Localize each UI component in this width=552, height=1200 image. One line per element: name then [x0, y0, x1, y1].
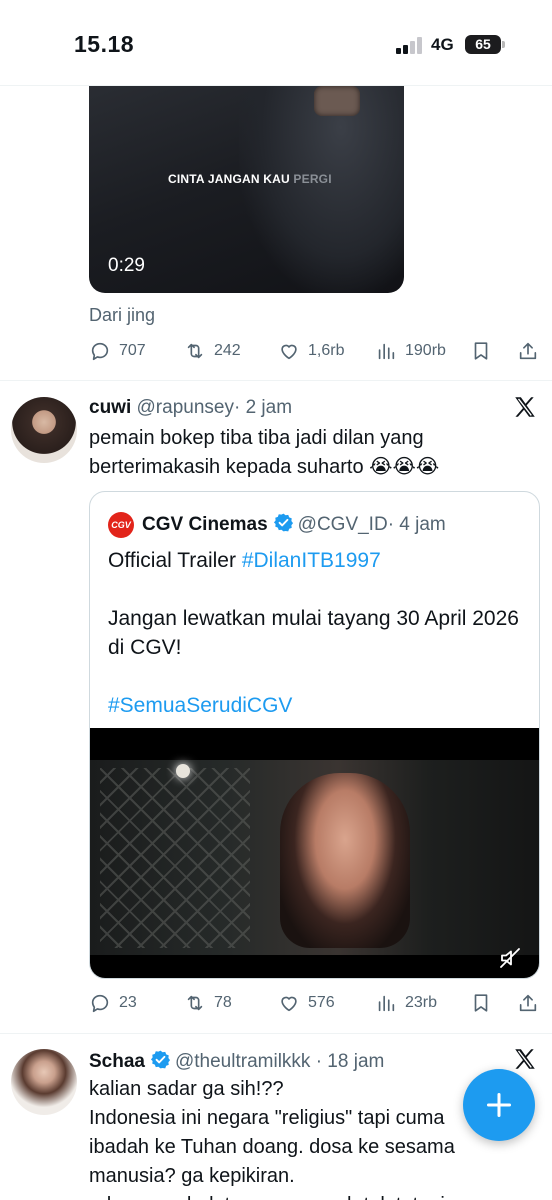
- bookmark-button[interactable]: [470, 336, 492, 366]
- share-icon: [519, 342, 537, 360]
- quoted-author-name: CGV Cinemas: [142, 514, 268, 535]
- tweet-text-line: ibadah ke Tuhan doang. dosa ke sesama: [89, 1136, 455, 1158]
- bookmark-button[interactable]: [470, 988, 492, 1018]
- retweet-icon: [187, 995, 203, 1011]
- avatar[interactable]: [11, 397, 77, 463]
- tweet-video[interactable]: CINTA JANGAN KAU PERGI 0:29: [89, 86, 404, 293]
- verified-icon: [273, 513, 293, 532]
- tweet-time: · 2 jam: [233, 397, 293, 418]
- tweet-divider: [0, 380, 552, 381]
- reply-count: 707: [119, 342, 146, 359]
- video-frame-watch: [314, 86, 360, 116]
- cgv-logo: CGV: [108, 512, 134, 538]
- author-handle[interactable]: @theultramilkkk: [175, 1051, 310, 1072]
- battery-icon: 65: [465, 35, 501, 54]
- views-button[interactable]: 23rb: [375, 988, 437, 1018]
- views-count: 23rb: [405, 994, 438, 1011]
- tweet-text: pemain bokep tiba tiba jadi dilan yang b…: [89, 424, 439, 482]
- mute-icon[interactable]: [498, 946, 522, 970]
- reply-icon: [91, 342, 109, 361]
- status-time: 15.18: [74, 31, 135, 57]
- compose-plus-icon: [486, 1092, 512, 1118]
- quoted-tweet[interactable]: CGV CGV Cinemas @CGV_ID· 4 jam Official T…: [89, 491, 540, 979]
- tweet-time: · 18 jam: [315, 1051, 385, 1072]
- tweet-divider: [0, 1033, 552, 1034]
- like-button[interactable]: 1,6rb: [278, 336, 344, 366]
- quoted-video[interactable]: [90, 728, 539, 978]
- bookmark-icon: [474, 342, 488, 360]
- video-frame-light: [176, 764, 190, 778]
- views-icon: [378, 995, 395, 1012]
- tweet-text-line: berterimakasih kepada suharto 😭😭😭: [89, 456, 440, 478]
- tweet-text-line: manusia? ga kepikiran.: [89, 1165, 295, 1187]
- like-count: 576: [308, 994, 335, 1011]
- tweet-text-line: ada yang sholatnya ga pernah telat, tapi: [89, 1191, 455, 1200]
- x-logo-icon[interactable]: [512, 1046, 538, 1072]
- video-frame-figure: [239, 86, 404, 293]
- video-frame-person: [280, 773, 410, 948]
- like-icon: [281, 344, 297, 360]
- tweet-text-line: pemain bokep tiba tiba jadi dilan yang: [89, 427, 424, 449]
- status-bar: 15.18 4G 65: [0, 0, 552, 86]
- tweet-header: Schaa @theultramilkkk · 18 jam: [89, 1049, 384, 1073]
- retweet-button[interactable]: 78: [184, 988, 232, 1018]
- verified-icon: [150, 1050, 171, 1069]
- quoted-text: Official Trailer: [108, 549, 242, 572]
- compose-button[interactable]: [463, 1069, 535, 1141]
- tweet-text-line: kalian sadar ga sih!??: [89, 1078, 284, 1100]
- share-button[interactable]: [517, 988, 539, 1018]
- avatar[interactable]: [11, 1049, 77, 1115]
- cellular-signal-icon: [396, 37, 422, 54]
- video-caption-bright: CINTA JANGAN KAU: [168, 172, 294, 186]
- tweet-text-line: Indonesia ini negara "religius" tapi cum…: [89, 1107, 445, 1129]
- views-icon: [378, 343, 395, 360]
- from-attribution: Dari jing: [89, 305, 156, 325]
- author-handle[interactable]: @rapunsey: [137, 397, 234, 418]
- video-frame-lattice: [100, 768, 250, 948]
- like-icon: [281, 996, 297, 1012]
- video-duration: 0:29: [108, 255, 145, 276]
- battery-tip: [502, 41, 505, 48]
- network-type: 4G: [431, 35, 454, 54]
- tweet-header: cuwi @rapunsey· 2 jam: [89, 397, 292, 419]
- quoted-author-handle: @CGV_ID: [297, 514, 388, 535]
- reply-icon: [91, 994, 109, 1013]
- quoted-tweet-time: · 4 jam: [387, 514, 446, 535]
- tweet-text: kalian sadar ga sih!?? Indonesia ini neg…: [89, 1075, 455, 1200]
- views-button[interactable]: 190rb: [375, 336, 446, 366]
- share-icon: [519, 994, 537, 1012]
- author-name[interactable]: cuwi: [89, 397, 131, 418]
- retweet-button[interactable]: 242: [184, 336, 241, 366]
- reply-button[interactable]: 23: [89, 988, 137, 1018]
- bookmark-icon: [474, 994, 488, 1012]
- video-caption-faded: PERGI: [293, 172, 332, 186]
- x-logo-icon[interactable]: [512, 394, 538, 420]
- hashtag-link[interactable]: #DilanITB1997: [242, 549, 381, 572]
- share-button[interactable]: [517, 336, 539, 366]
- retweet-icon: [187, 343, 203, 359]
- quoted-paragraph: Jangan lewatkan mulai tayang 30 April 20…: [108, 607, 519, 659]
- author-name[interactable]: Schaa: [89, 1051, 145, 1072]
- quoted-tweet-header: CGV Cinemas @CGV_ID· 4 jam: [142, 512, 446, 536]
- quoted-line: Official Trailer #DilanITB1997: [108, 546, 528, 575]
- like-button[interactable]: 576: [278, 988, 335, 1018]
- tweet-actions: 707 242 1,6rb 190rb: [89, 336, 549, 366]
- reply-count: 23: [119, 994, 137, 1011]
- tweet-actions: 23 78 576 23rb: [89, 988, 549, 1018]
- reply-button[interactable]: 707: [89, 336, 146, 366]
- quoted-tweet-body: Official Trailer #DilanITB1997 Jangan le…: [108, 546, 528, 749]
- views-count: 190rb: [405, 342, 446, 359]
- like-count: 1,6rb: [308, 342, 345, 359]
- video-caption: CINTA JANGAN KAU PERGI: [168, 172, 332, 186]
- retweet-count: 78: [214, 994, 232, 1011]
- hashtag-link[interactable]: #SemuaSerudiCGV: [108, 691, 528, 720]
- retweet-count: 242: [214, 342, 241, 359]
